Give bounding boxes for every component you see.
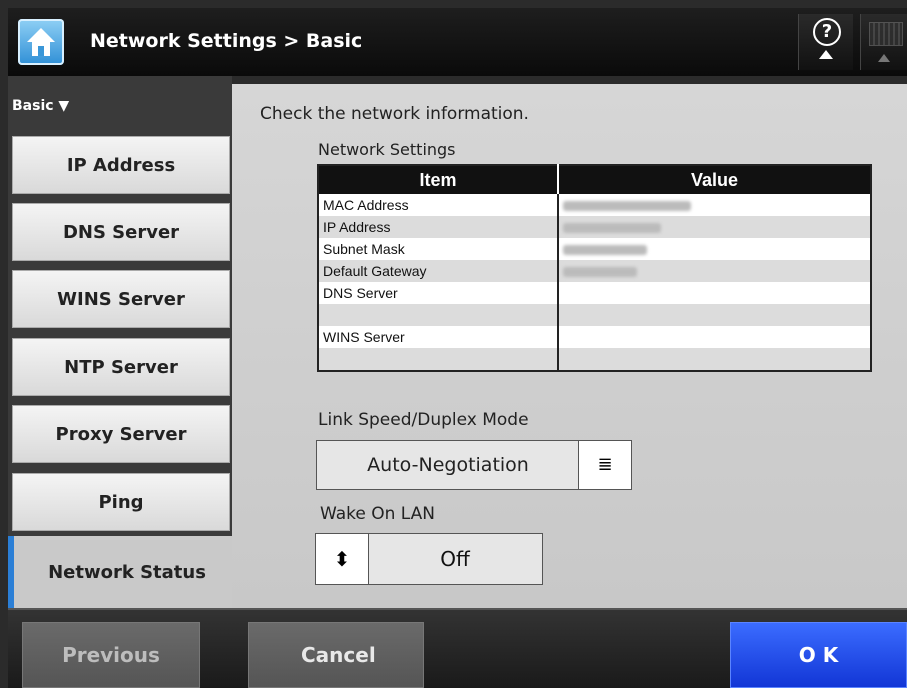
- row-item-label: MAC Address: [318, 194, 558, 216]
- main-panel: Check the network information. Network S…: [232, 84, 907, 608]
- masked-value: [563, 267, 637, 278]
- ok-button[interactable]: O K: [730, 622, 907, 688]
- sidebar-item-proxy-server[interactable]: Proxy Server: [12, 405, 230, 463]
- row-value: [557, 238, 871, 260]
- sidebar-section-label: Basic ▼: [12, 98, 70, 114]
- table-row: DNS Server: [318, 282, 871, 304]
- sidebar-item-dns-server[interactable]: DNS Server: [12, 203, 230, 261]
- sidebar-item-ping[interactable]: Ping: [12, 473, 230, 531]
- previous-button[interactable]: Previous: [22, 622, 200, 688]
- home-button[interactable]: [18, 19, 64, 65]
- table-row: [318, 348, 871, 371]
- row-item-label: IP Address: [318, 216, 558, 238]
- header-bar: Network Settings > Basic ?: [8, 8, 907, 76]
- page-title: Network Settings > Basic: [90, 30, 363, 52]
- sidebar-section-basic[interactable]: Basic ▼: [8, 76, 232, 132]
- help-button[interactable]: ?: [798, 14, 853, 70]
- table-row: Subnet Mask: [318, 238, 871, 260]
- masked-value: [563, 201, 691, 212]
- row-value: [557, 194, 871, 216]
- up-down-icon[interactable]: ⬍: [316, 534, 369, 584]
- wake-on-lan-label: Wake On LAN: [320, 504, 436, 524]
- expand-up-icon: [878, 54, 890, 62]
- sidebar: Basic ▼ IP Address DNS Server WINS Serve…: [8, 76, 240, 608]
- cancel-button[interactable]: Cancel: [248, 622, 424, 688]
- keyboard-button[interactable]: [860, 14, 907, 70]
- link-speed-label: Link Speed/Duplex Mode: [318, 410, 529, 430]
- sidebar-item-ip-address[interactable]: IP Address: [12, 136, 230, 194]
- wake-on-lan-toggle[interactable]: ⬍ Off: [315, 533, 543, 585]
- masked-value: [563, 245, 647, 256]
- network-info-table: Item Value MAC Address IP Address Subnet…: [317, 164, 872, 372]
- intro-text: Check the network information.: [260, 104, 529, 124]
- row-value: [557, 216, 871, 238]
- link-speed-select[interactable]: Auto-Negotiation ≣: [316, 440, 632, 490]
- wake-on-lan-value: Off: [440, 547, 470, 571]
- row-value: [557, 282, 871, 304]
- row-value: [557, 326, 871, 348]
- table-row: IP Address: [318, 216, 871, 238]
- table-row: Default Gateway: [318, 260, 871, 282]
- table-row: MAC Address: [318, 194, 871, 216]
- dropdown-list-icon[interactable]: ≣: [578, 441, 631, 489]
- row-item-label: [318, 348, 558, 371]
- sidebar-item-wins-server[interactable]: WINS Server: [12, 270, 230, 328]
- masked-value: [563, 223, 661, 234]
- table-row: WINS Server: [318, 326, 871, 348]
- row-item-label: Subnet Mask: [318, 238, 558, 260]
- row-item-label: Default Gateway: [318, 260, 558, 282]
- network-settings-title: Network Settings: [318, 140, 456, 159]
- row-value: [557, 348, 871, 371]
- row-value: [557, 260, 871, 282]
- home-icon: [27, 28, 55, 56]
- table-row: [318, 304, 871, 326]
- row-item-label: WINS Server: [318, 326, 558, 348]
- column-header-value: Value: [558, 165, 871, 194]
- link-speed-value: Auto-Negotiation: [367, 454, 529, 476]
- row-item-label: [318, 304, 558, 326]
- keyboard-icon: [869, 22, 903, 46]
- column-header-item: Item: [318, 165, 559, 194]
- help-icon: ?: [813, 18, 841, 46]
- row-value: [557, 304, 871, 326]
- row-item-label: DNS Server: [318, 282, 558, 304]
- sidebar-item-ntp-server[interactable]: NTP Server: [12, 338, 230, 396]
- expand-up-icon: [819, 50, 833, 59]
- footer-bar: Previous Cancel O K: [8, 608, 907, 688]
- sidebar-item-network-status[interactable]: Network Status: [8, 536, 240, 608]
